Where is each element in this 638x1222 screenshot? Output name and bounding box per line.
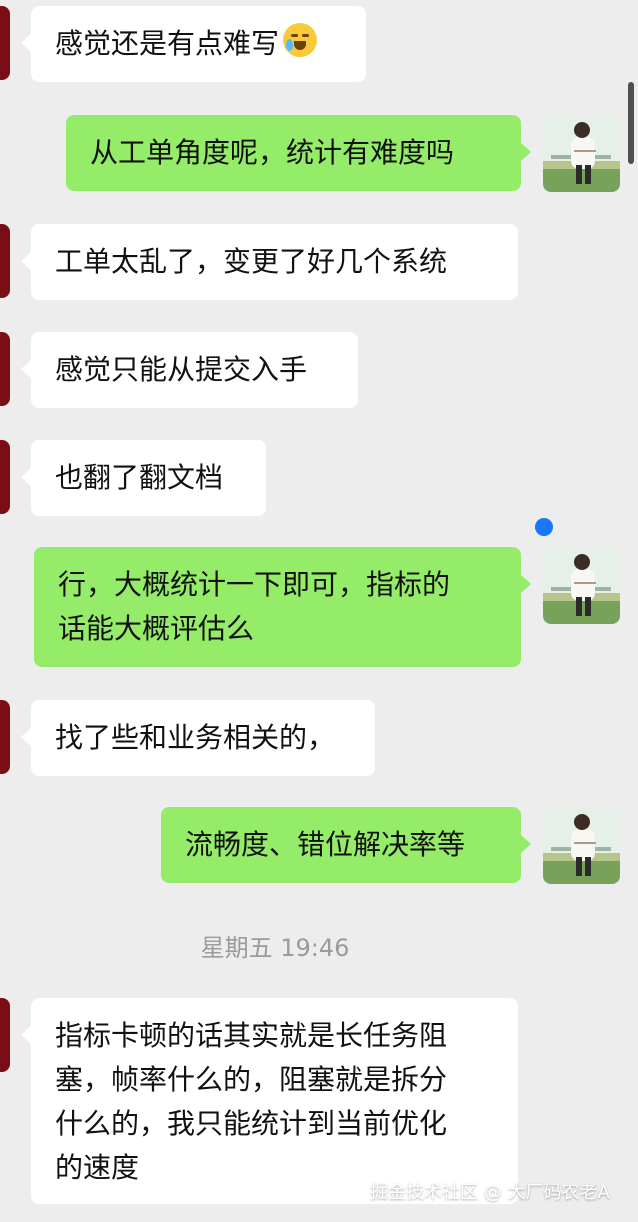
avatar[interactable]	[543, 547, 620, 624]
bubble-tail	[21, 728, 31, 746]
message-text: 感觉只能从提交入手	[55, 353, 308, 386]
message-line: 行，大概统计一下即可，指标的	[58, 568, 451, 601]
incoming-message-bubble[interactable]: 感觉还是有点难写	[21, 6, 366, 82]
avatar[interactable]	[543, 807, 620, 884]
bubble-tail	[21, 468, 31, 486]
message-line: 塞，帧率什么的，阻塞就是拆分	[55, 1063, 448, 1096]
bubble-tail	[21, 252, 31, 270]
message-line: 指标卡顿的话其实就是长任务阻	[55, 1019, 448, 1052]
contact-avatar-edge[interactable]	[0, 440, 10, 514]
contact-avatar-edge[interactable]	[0, 998, 10, 1072]
message-text: 感觉还是有点难写	[55, 27, 280, 60]
outgoing-message-bubble[interactable]: 从工单角度呢，统计有难度吗	[66, 115, 531, 191]
avatar[interactable]	[543, 115, 620, 192]
outgoing-message-bubble[interactable]: 流畅度、错位解决率等	[161, 807, 531, 883]
crying-laughing-emoji-icon	[283, 23, 318, 57]
incoming-message-bubble[interactable]: 找了些和业务相关的，	[21, 700, 375, 776]
unread-dot-icon	[535, 518, 553, 536]
message-line: 什么的，我只能统计到当前优化	[55, 1107, 448, 1140]
message-text: 流畅度、错位解决率等	[185, 828, 466, 861]
scrollbar[interactable]	[628, 82, 634, 164]
contact-avatar-edge[interactable]	[0, 224, 10, 298]
bubble-tail	[521, 143, 531, 161]
incoming-message-bubble[interactable]: 也翻了翻文档	[21, 440, 266, 516]
bubble-tail	[21, 34, 31, 52]
chat-screen: 感觉还是有点难写 从工单角度呢，统计有难度吗 工单太乱了，变更了好几个系统 感觉…	[0, 0, 638, 1222]
bubble-tail	[21, 1026, 31, 1044]
incoming-message-bubble[interactable]: 感觉只能从提交入手	[21, 332, 358, 408]
incoming-message-bubble[interactable]: 工单太乱了，变更了好几个系统	[21, 224, 518, 300]
message-text: 工单太乱了，变更了好几个系统	[55, 245, 448, 278]
bubble-tail	[21, 360, 31, 378]
contact-avatar-edge[interactable]	[0, 332, 10, 406]
message-text: 也翻了翻文档	[55, 461, 224, 494]
chat-timestamp: 星期五 19:46	[200, 934, 350, 962]
message-text: 从工单角度呢，统计有难度吗	[90, 136, 455, 169]
bubble-tail	[521, 575, 531, 593]
contact-avatar-edge[interactable]	[0, 700, 10, 774]
incoming-message-bubble[interactable]: 指标卡顿的话其实就是长任务阻 塞，帧率什么的，阻塞就是拆分 什么的，我只能统计到…	[21, 998, 518, 1204]
contact-avatar-edge[interactable]	[0, 6, 10, 80]
message-text: 找了些和业务相关的，	[55, 721, 336, 754]
watermark: 掘金技术社区 @ 大厂码农老A	[370, 1182, 610, 1203]
outgoing-message-bubble[interactable]: 行，大概统计一下即可，指标的 话能大概评估么	[34, 547, 531, 667]
message-line: 话能大概评估么	[58, 612, 255, 645]
bubble-tail	[521, 835, 531, 853]
